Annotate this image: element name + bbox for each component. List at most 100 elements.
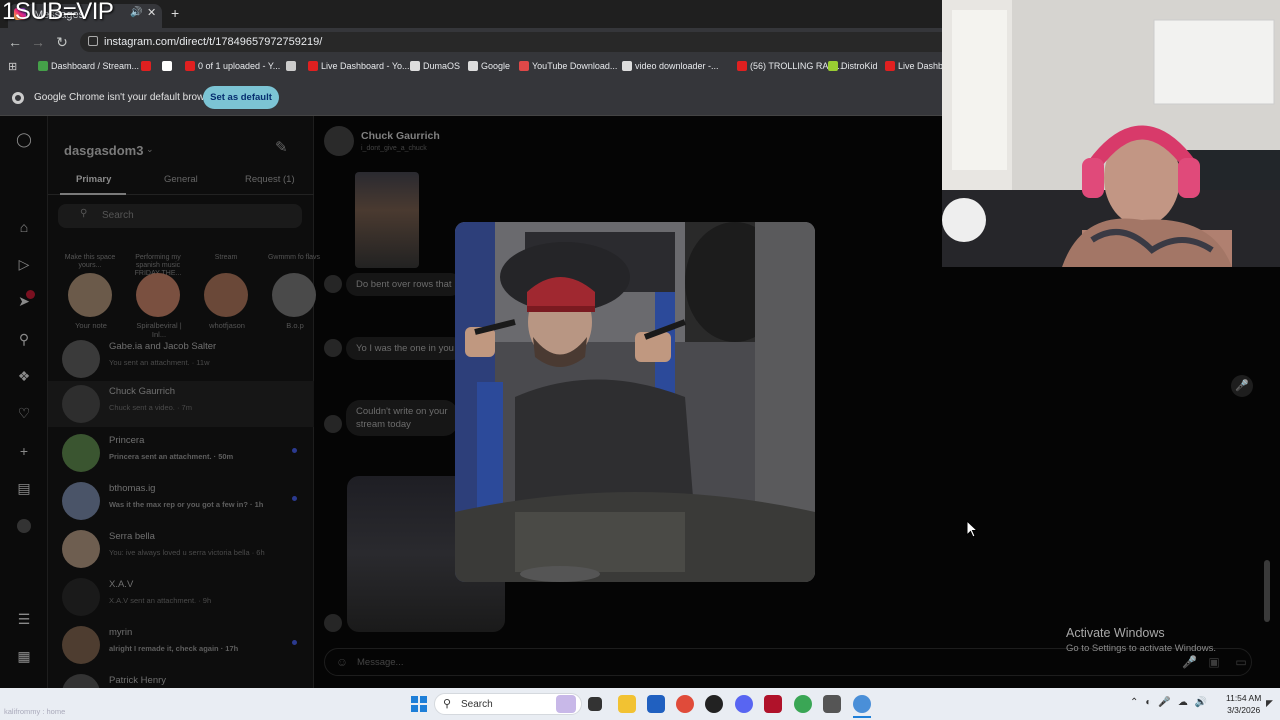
file-explorer-icon[interactable] (618, 695, 636, 713)
bookmark-item[interactable]: Google (468, 61, 510, 71)
bookmark-label: Dashboard / Stream... (51, 61, 140, 71)
thread-name: Serra bella (109, 531, 155, 542)
new-message-icon[interactable]: ✎ (275, 138, 288, 156)
chevron-down-icon[interactable]: ⌄ (146, 144, 154, 155)
bookmark-item[interactable] (286, 61, 296, 71)
profile-avatar[interactable] (17, 519, 31, 533)
chrome-profile-icon[interactable] (794, 695, 812, 713)
note-author-name: Your note (75, 321, 107, 330)
microphone-icon[interactable]: 🎤 (1231, 375, 1253, 397)
thread-preview: Was it the max rep or you got a few in? … (109, 500, 264, 509)
search-icon: ⚲ (80, 208, 88, 219)
message-avatar (324, 339, 342, 357)
thread-avatar (62, 578, 100, 616)
chrome-taskbar-icon[interactable] (676, 695, 694, 713)
bookmark-item[interactable]: (56) TROLLING RAN... (737, 61, 842, 71)
voice-clip-icon[interactable]: 🎤 (1182, 655, 1197, 669)
explore-icon[interactable]: ❖ (16, 368, 32, 384)
bookmark-favicon-icon (162, 61, 172, 71)
thread-preview: You sent an attachment. · 11w (109, 358, 210, 367)
bookmark-item[interactable]: DistroKid (828, 61, 878, 71)
tab-general[interactable]: General (164, 174, 198, 185)
note-avatar[interactable] (68, 273, 112, 317)
obs-icon[interactable] (705, 695, 723, 713)
discord-icon[interactable] (735, 695, 753, 713)
message-input[interactable]: Message... (357, 657, 403, 668)
bookmark-item[interactable]: 0 of 1 uploaded - Y... (185, 61, 280, 71)
bookmark-label: DumaOS (423, 61, 461, 71)
mouse-cursor-icon (966, 520, 978, 538)
bookmark-item[interactable]: video downloader -... (622, 61, 719, 71)
video-player[interactable] (455, 222, 815, 582)
reels-icon[interactable]: ▷ (16, 256, 32, 272)
note-avatar[interactable] (136, 273, 180, 317)
chat-contact-handle: i_dont_give_a_chuck (361, 145, 427, 152)
bookmark-item[interactable]: DumaOS (410, 61, 460, 71)
windows-start-icon[interactable] (411, 696, 427, 712)
note-avatar[interactable] (272, 273, 316, 317)
sticker-icon[interactable]: ▭ (1234, 655, 1248, 669)
note-author-name: B.o.p (286, 321, 304, 330)
app-a-icon[interactable] (764, 695, 782, 713)
thread-preview: Princera sent an attachment. · 50m (109, 452, 234, 461)
search-highlights-icon[interactable] (556, 695, 576, 713)
note-bubble[interactable]: Stream (198, 254, 254, 262)
page-scrollbar[interactable] (1264, 560, 1270, 622)
inbox-search-input[interactable]: Search (58, 204, 302, 228)
notification-bell-icon[interactable]: ◤ (1266, 698, 1273, 709)
bookmark-item[interactable]: Live Dashboard - Yo... (308, 61, 410, 71)
thread-avatar (62, 626, 100, 664)
new-tab-icon[interactable]: + (171, 5, 179, 21)
tab-requests[interactable]: Request (1) (245, 174, 295, 185)
system-tray-icons[interactable]: ⌃◐🎤☁🔊 (1130, 697, 1214, 708)
image-icon[interactable]: ▣ (1207, 655, 1221, 669)
bookmark-item[interactable]: Dashboard / Stream... (38, 61, 139, 71)
bookmark-item[interactable] (141, 61, 151, 71)
tab-mute-icon[interactable]: 🔊 (130, 7, 142, 18)
bookmark-label: Google (481, 61, 511, 71)
taskbar-clock[interactable]: 11:54 AM 3/3/2026 (1226, 692, 1261, 716)
reload-icon[interactable]: ↻ (53, 33, 71, 51)
bookmark-item[interactable] (162, 61, 172, 71)
set-as-default-button[interactable]: Set as default (203, 86, 279, 109)
note-bubble[interactable]: Gwmmm fo flavs (266, 254, 322, 262)
chat-contact-name[interactable]: Chuck Gaurrich (361, 130, 440, 142)
bookmark-label: Live Dashboard - Yo... (321, 61, 410, 71)
tab-primary[interactable]: Primary (76, 174, 111, 185)
message-avatar (324, 415, 342, 433)
bookmark-item[interactable]: Live Dashbo (885, 61, 948, 71)
chrome-active-icon[interactable] (853, 695, 871, 713)
thread-avatar (62, 340, 100, 378)
back-icon[interactable]: ← (6, 33, 24, 51)
create-icon[interactable]: + (16, 443, 32, 459)
emoji-icon[interactable]: ☺ (335, 655, 349, 669)
also-from-meta-icon[interactable]: ▦ (16, 648, 32, 664)
thread-avatar (62, 434, 100, 472)
chat-avatar[interactable] (324, 126, 354, 156)
account-username[interactable]: dasgasdom3 (64, 143, 143, 158)
streamer-webcam-image (942, 0, 1280, 267)
search-icon[interactable]: ⚲ (16, 331, 32, 347)
home-icon[interactable]: ⌂ (16, 219, 32, 235)
note-author-name: whotfjason (209, 321, 245, 330)
bookmark-item[interactable]: YouTube Download... (519, 61, 617, 71)
bookmark-favicon-icon (38, 61, 48, 71)
bookmark-favicon-icon (622, 61, 632, 71)
note-avatar[interactable] (204, 273, 248, 317)
forward-icon[interactable]: → (29, 33, 47, 51)
message-avatar (324, 275, 342, 293)
tab-close-icon[interactable]: ✕ (147, 6, 156, 19)
instagram-logo-icon[interactable]: ◯ (16, 131, 32, 147)
dashboard-icon[interactable]: ▤ (16, 480, 32, 496)
notifications-heart-icon[interactable]: ♡ (16, 405, 32, 421)
thread-preview: You: ive always loved u serra victoria b… (109, 548, 265, 557)
shared-post-thumbnail[interactable] (355, 172, 419, 268)
app-window-icon[interactable] (823, 695, 841, 713)
more-menu-icon[interactable]: ☰ (16, 611, 32, 627)
apps-grid-icon[interactable]: ⊞ (8, 60, 17, 73)
site-info-icon[interactable] (88, 36, 98, 46)
microsoft-store-icon[interactable] (647, 695, 665, 713)
note-bubble[interactable]: Make this space yours... (62, 254, 118, 270)
thread-avatar (62, 482, 100, 520)
task-view-icon[interactable] (588, 697, 602, 711)
